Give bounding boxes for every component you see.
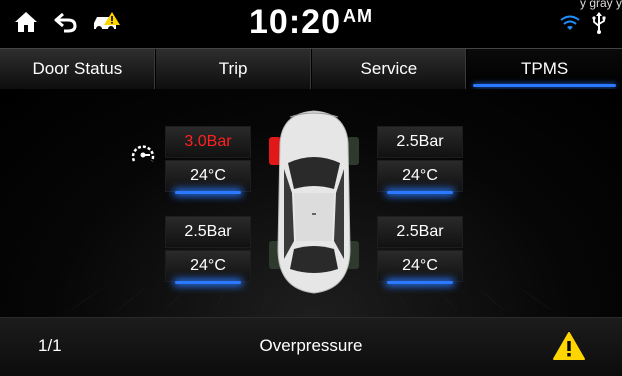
tire-front-left-pressure: 3.0Bar — [165, 126, 251, 158]
tire-front-right-temp: 24°C — [377, 160, 463, 192]
tire-front-left-glow — [175, 191, 241, 194]
clock-time: 10:20 — [249, 3, 341, 41]
warning-message: Overpressure — [259, 336, 363, 355]
tire-rear-right: 2.5Bar 24°C — [377, 216, 463, 284]
tire-rear-right-temp: 24°C — [377, 250, 463, 282]
tab-door-status[interactable]: Door Status — [0, 49, 156, 89]
status-bar: y gray y 10:20 AM — [0, 0, 622, 44]
tire-front-left-temp: 24°C — [165, 160, 251, 192]
tire-front-left: 3.0Bar 24°C — [165, 126, 251, 194]
tire-rear-right-glow — [387, 281, 453, 284]
bottom-bar: 1/1 Overpressure — [0, 317, 622, 376]
car-top-view — [269, 110, 359, 294]
tire-rear-left-glow — [175, 281, 241, 284]
tpms-panel: 3.0Bar 24°C 2.5Bar 24°C 2.5Bar 24°C 2.5B… — [0, 89, 622, 317]
tab-bar: Door Status Trip Service TPMS — [0, 48, 622, 90]
clock-ampm: AM — [342, 6, 373, 26]
tire-pressure-gauge-icon — [130, 143, 156, 172]
tire-front-right: 2.5Bar 24°C — [377, 126, 463, 194]
wifi-icon — [560, 14, 580, 37]
tab-tpms[interactable]: TPMS — [467, 49, 622, 89]
tab-trip[interactable]: Trip — [156, 49, 312, 89]
warning-icon[interactable] — [552, 331, 586, 366]
tire-front-right-glow — [387, 191, 453, 194]
tire-front-right-pressure: 2.5Bar — [377, 126, 463, 158]
tire-rear-left: 2.5Bar 24°C — [165, 216, 251, 284]
tire-rear-left-pressure: 2.5Bar — [165, 216, 251, 248]
tire-rear-right-pressure: 2.5Bar — [377, 216, 463, 248]
clock: 10:20 AM — [0, 3, 622, 42]
usb-icon — [592, 12, 606, 39]
tire-rear-left-temp: 24°C — [165, 250, 251, 282]
tab-service[interactable]: Service — [312, 49, 468, 89]
